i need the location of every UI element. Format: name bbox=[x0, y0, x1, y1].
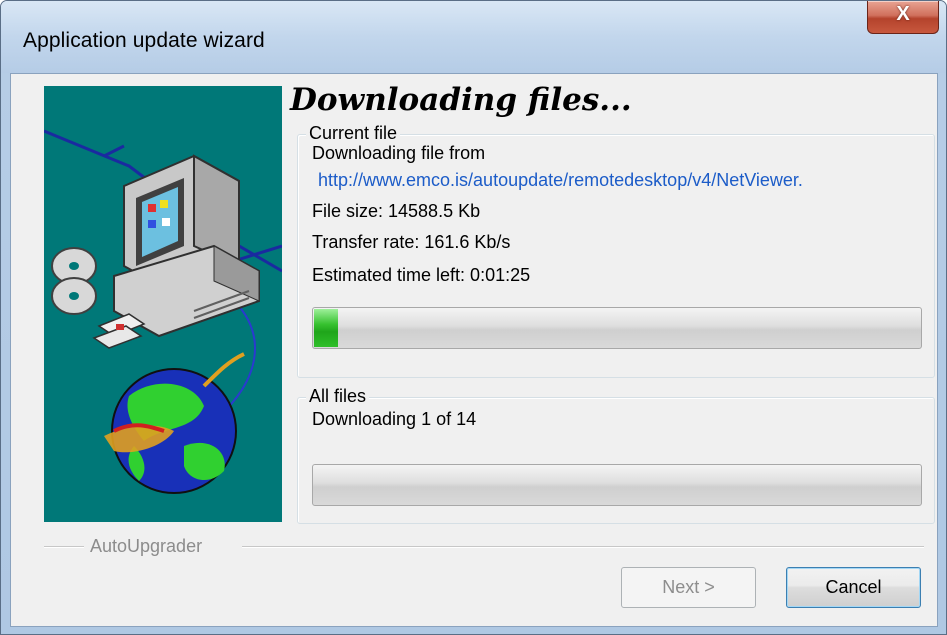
all-files-progress-bar bbox=[312, 464, 922, 506]
current-file-progress-bar bbox=[312, 307, 922, 349]
branding-label: AutoUpgrader bbox=[90, 536, 203, 556]
close-icon: X bbox=[896, 3, 910, 25]
page-heading: Downloading files... bbox=[290, 82, 632, 118]
illustration-graphic bbox=[43, 86, 283, 522]
downloading-from-label: Downloading file from bbox=[312, 143, 486, 163]
branding-separator: AutoUpgrader bbox=[44, 536, 924, 556]
wizard-client-area: Downloading files... Current file Downlo… bbox=[10, 73, 938, 627]
all-files-group: All files Downloading 1 of 14 bbox=[297, 386, 935, 524]
title-bar[interactable]: Application update wizard X bbox=[1, 1, 946, 73]
next-button[interactable]: Next > bbox=[621, 567, 756, 608]
branding-rule-right bbox=[242, 546, 924, 548]
branding-rule-left bbox=[44, 546, 84, 548]
current-file-legend: Current file bbox=[306, 123, 401, 144]
current-file-progress-fill bbox=[314, 309, 339, 347]
close-button[interactable]: X bbox=[867, 1, 939, 34]
download-url-link[interactable]: http://www.emco.is/autoupdate/remotedesk… bbox=[318, 170, 803, 191]
cancel-button[interactable]: Cancel bbox=[786, 567, 921, 608]
all-files-status: Downloading 1 of 14 bbox=[312, 409, 477, 429]
file-size-label: File size: 14588.5 Kb bbox=[312, 201, 481, 221]
transfer-rate-label: Transfer rate: 161.6 Kb/s bbox=[312, 232, 511, 252]
time-left-label: Estimated time left: 0:01:25 bbox=[312, 265, 531, 285]
computer-network-globe-illustration bbox=[43, 86, 283, 522]
window-title: Application update wizard bbox=[23, 29, 265, 52]
all-files-legend: All files bbox=[306, 386, 370, 407]
wizard-window: Application update wizard X Downloading … bbox=[0, 0, 947, 635]
current-file-group: Current file Downloading file from http:… bbox=[297, 123, 935, 378]
